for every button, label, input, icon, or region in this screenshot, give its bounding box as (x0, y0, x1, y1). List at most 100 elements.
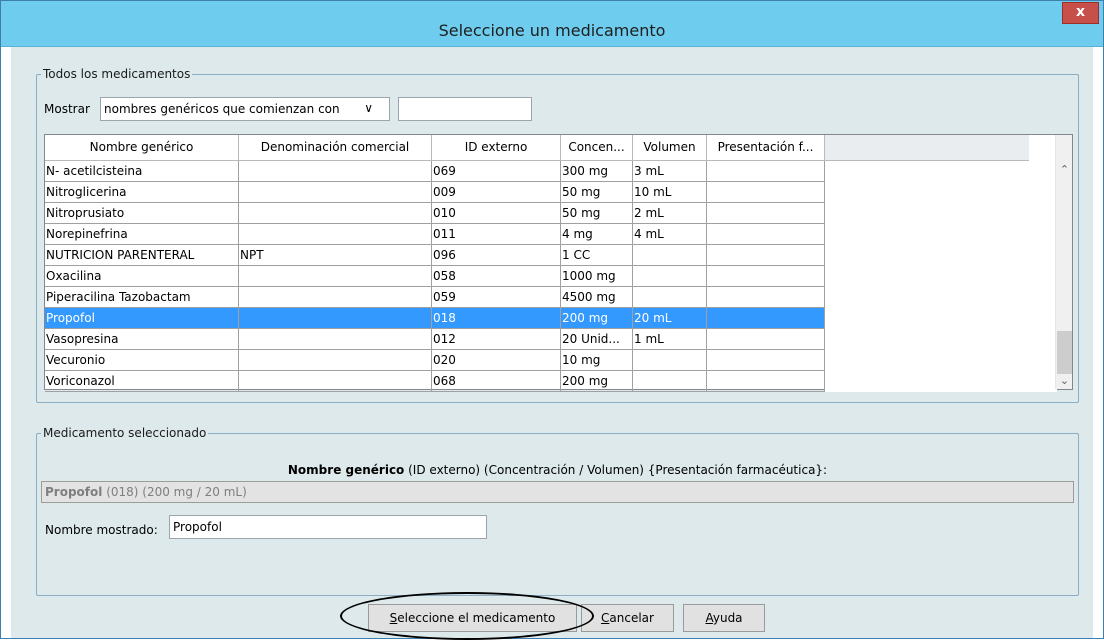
all-medications-group: Todos los medicamentos Mostrar nombres g… (36, 67, 1079, 403)
table-cell: 3 mL (633, 161, 707, 182)
row-filler (825, 329, 1057, 350)
title-bar[interactable]: Seleccione un medicamento x (1, 1, 1103, 47)
dialog-window: Seleccione un medicamento x Todos los me… (0, 0, 1104, 640)
table-row[interactable]: Vasopresina 012 20 Unid... 1 mL (45, 329, 1057, 350)
table-cell: 50 mg (561, 203, 633, 224)
display-name-input[interactable]: Propofol (169, 515, 487, 539)
right-margin (1093, 47, 1103, 638)
table-cell (707, 266, 825, 287)
table-cell: 300 mg (561, 161, 633, 182)
table-cell (239, 287, 432, 308)
table-cell: 4 mg (561, 224, 633, 245)
table-cell (707, 371, 825, 392)
table-cell: 1 CC (561, 245, 633, 266)
select-medication-button[interactable]: Seleccione el medicamento (368, 604, 577, 632)
table-cell: 068 (432, 371, 561, 392)
table-cell: Norepinefrina (45, 224, 239, 245)
table-cell: 010 (432, 203, 561, 224)
table-cell: 20 mL (633, 308, 707, 329)
column-header[interactable]: Volumen (633, 135, 707, 161)
cancel-button-label: Cancelar (601, 611, 654, 625)
table-row[interactable]: Vecuronio 020 10 mg (45, 350, 1057, 371)
medications-table: Nombre genérico Denominación comercial ID … (44, 134, 1073, 392)
cancel-button[interactable]: Cancelar (581, 604, 674, 632)
selected-format-heading: Nombre genérico (ID externo) (Concentrac… (37, 463, 1078, 477)
table-cell: 020 (432, 350, 561, 371)
column-header[interactable]: Nombre genérico (45, 135, 239, 161)
row-filler (825, 245, 1057, 266)
table-cell: Oxacilina (45, 266, 239, 287)
table-row[interactable]: Propofol 018 200 mg 20 mL (45, 308, 1057, 329)
row-filler (825, 161, 1057, 182)
table-cell (633, 266, 707, 287)
dialog-title: Seleccione un medicamento (438, 21, 666, 40)
table-header: Nombre genérico Denominación comercial ID … (45, 135, 1029, 161)
table-cell (707, 287, 825, 308)
table-cell (707, 203, 825, 224)
table-cell (633, 287, 707, 308)
scroll-up-icon[interactable]: ⌃ (1056, 161, 1073, 178)
left-margin (1, 47, 11, 638)
scroll-down-icon[interactable]: ⌄ (1056, 372, 1073, 389)
table-cell: 009 (432, 182, 561, 203)
table-row[interactable]: Nitroglicerina 009 50 mg 10 mL (45, 182, 1057, 203)
table-row[interactable]: Piperacilina Tazobactam 059 4500 mg (45, 287, 1057, 308)
table-cell (707, 161, 825, 182)
table-cell: Nitroglicerina (45, 182, 239, 203)
table-cell: 059 (432, 287, 561, 308)
table-cell: Piperacilina Tazobactam (45, 287, 239, 308)
selected-name: Propofol (45, 485, 103, 499)
table-cell: 2 mL (633, 203, 707, 224)
table-cell: Vecuronio (45, 350, 239, 371)
filter-dropdown[interactable]: nombres genéricos que comienzan con ∨ (100, 97, 390, 121)
access-key: S (389, 611, 398, 625)
table-cell: 50 mg (561, 182, 633, 203)
table-cell: 200 mg (561, 371, 633, 392)
selected-details: (018) (200 mg / 20 mL) (102, 485, 247, 499)
selected-medication-group: Medicamento seleccionado Nombre genérico… (36, 426, 1079, 596)
column-header[interactable]: ID externo (432, 135, 561, 161)
table-cell: NUTRICION PARENTERAL (45, 245, 239, 266)
heading-rest: (ID externo) (Concentración / Volumen) {… (404, 463, 828, 477)
filter-text-input[interactable] (398, 97, 532, 121)
chevron-down-icon: ∨ (364, 101, 373, 115)
scroll-thumb[interactable] (1057, 331, 1072, 374)
table-row[interactable]: Norepinefrina 011 4 mg 4 mL (45, 224, 1057, 245)
table-cell: Nitroprusiato (45, 203, 239, 224)
close-icon[interactable]: x (1062, 2, 1099, 24)
table-cell: Voriconazol (45, 371, 239, 392)
table-cell: 10 mL (633, 182, 707, 203)
table-cell: 20 Unid... (561, 329, 633, 350)
column-header[interactable]: Presentación f... (707, 135, 825, 161)
column-header[interactable]: Denominación comercial (239, 135, 432, 161)
table-cell (707, 308, 825, 329)
table-row[interactable]: NUTRICION PARENTERAL NPT 096 1 CC (45, 245, 1057, 266)
selected-medication-display: Propofol (018) (200 mg / 20 mL) (41, 481, 1074, 503)
column-header[interactable]: Concen... (561, 135, 633, 161)
filter-dropdown-value: nombres genéricos que comienzan con (104, 102, 340, 116)
table-cell: 069 (432, 161, 561, 182)
vertical-scrollbar[interactable]: ⌃ ⌄ (1055, 135, 1072, 389)
table-cell: 012 (432, 329, 561, 350)
all-medications-legend: Todos los medicamentos (43, 67, 191, 81)
table-cell: 058 (432, 266, 561, 287)
table-cell: 1000 mg (561, 266, 633, 287)
access-key: A (705, 611, 713, 625)
table-cell (707, 182, 825, 203)
table-cell (239, 329, 432, 350)
row-filler (825, 266, 1057, 287)
table-cell: Vasopresina (45, 329, 239, 350)
table-row[interactable]: Nitroprusiato 010 50 mg 2 mL (45, 203, 1057, 224)
table-row[interactable]: N- acetilcisteina 069 300 mg 3 mL (45, 161, 1057, 182)
select-medication-button-label: Seleccione el medicamento (389, 611, 556, 625)
table-cell (239, 203, 432, 224)
table-cell (239, 350, 432, 371)
table-row[interactable]: Voriconazol 068 200 mg (45, 371, 1057, 392)
help-button[interactable]: Ayuda (683, 604, 765, 632)
button-row: Seleccione el medicamento Cancelar Ayuda (1, 604, 1104, 632)
display-name-label: Nombre mostrado: (45, 523, 158, 537)
table-cell: 4 mL (633, 224, 707, 245)
access-key: C (601, 611, 610, 625)
table-cell: Propofol (45, 308, 239, 329)
table-row[interactable]: Oxacilina 058 1000 mg (45, 266, 1057, 287)
